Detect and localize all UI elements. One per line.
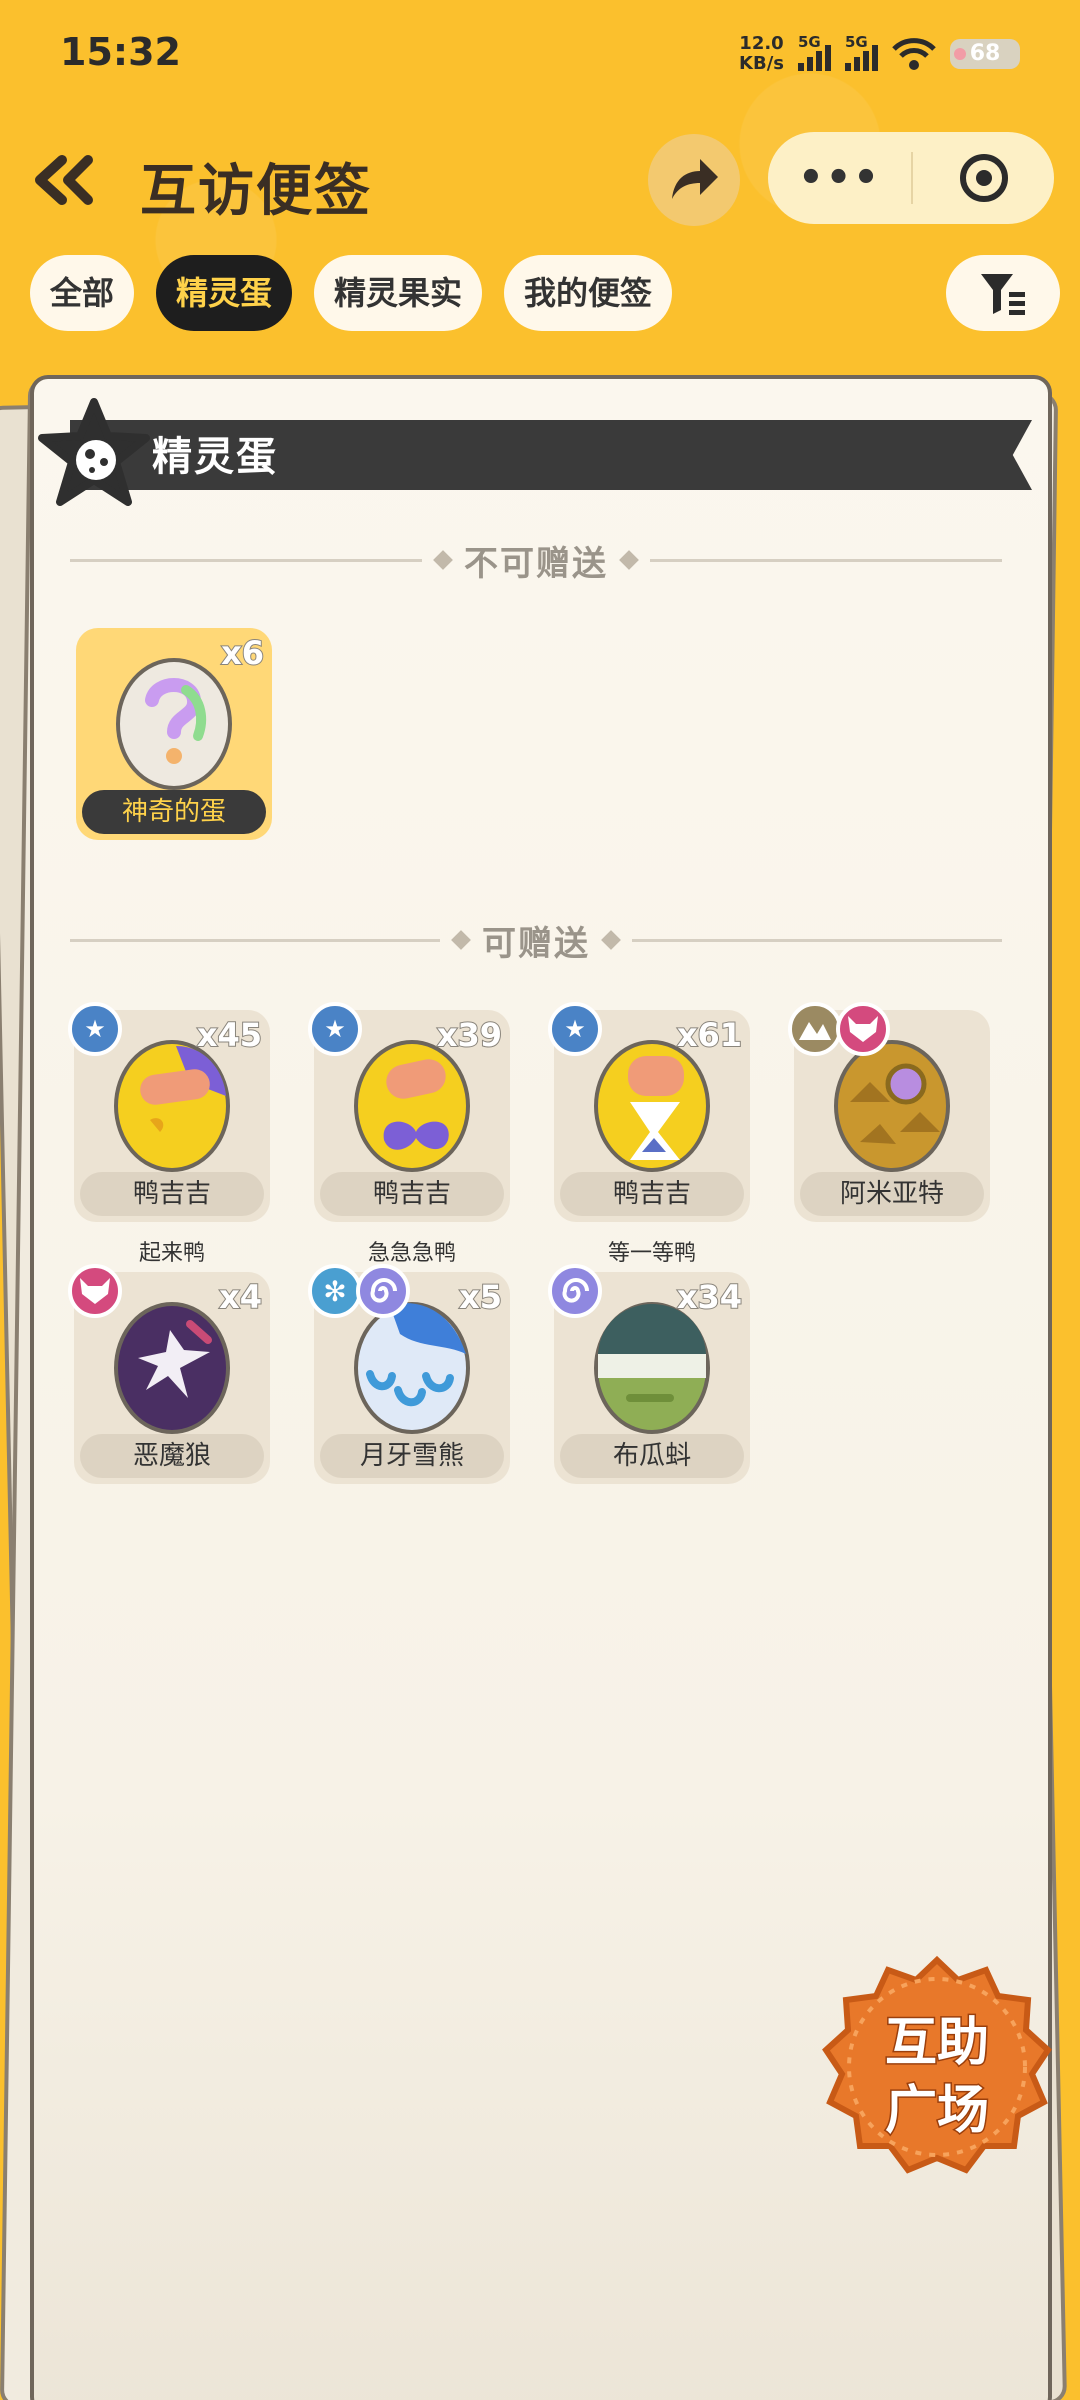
egg-name: 神奇的蛋 [82, 790, 266, 834]
egg-count: x45 [196, 1015, 263, 1055]
egg-name: 月牙雪熊 [320, 1434, 504, 1478]
swirl-icon [370, 1278, 397, 1303]
filter-icon [981, 274, 1025, 315]
divider-giftable: 可赠送 [70, 920, 1002, 964]
egg-subtitle: 急急急鸭 [367, 1241, 456, 1266]
more-icon: ••• [798, 155, 881, 201]
divider-not-giftable: 不可赠送 [70, 540, 1002, 584]
back-button[interactable] [32, 150, 102, 210]
share-icon [672, 159, 718, 199]
egg-name: 鸭吉吉 [560, 1172, 744, 1216]
status-time: 15:32 [60, 30, 181, 74]
egg-card[interactable]: x6 神奇的蛋 [76, 628, 272, 840]
egg-count: x61 [676, 1015, 743, 1055]
network-speed-unit: KB/s [739, 53, 784, 74]
star-icon: ★ [564, 1015, 586, 1043]
egg-count: x34 [676, 1277, 743, 1317]
egg-icon [354, 1302, 470, 1434]
demon-icon [848, 1016, 878, 1042]
more-button[interactable]: ••• [768, 155, 911, 201]
egg-icon [114, 1302, 230, 1434]
egg-subtitle: 等一等鸭 [607, 1241, 696, 1266]
ice-type-badge: ✻ [308, 1264, 362, 1318]
signal-icon-2: 5G [845, 33, 878, 71]
egg-name: 鸭吉吉 [80, 1172, 264, 1216]
plaza-line2: 广场 [883, 2080, 990, 2143]
share-button[interactable] [648, 134, 740, 226]
help-plaza-button[interactable]: 互助 广场 [822, 1952, 1052, 2182]
swirl-icon [562, 1278, 589, 1303]
section-title: 精灵蛋 [152, 434, 278, 480]
mountain-icon [799, 1022, 831, 1040]
network-speed-value: 12.0 [739, 33, 784, 54]
spirit-type-badge [356, 1264, 410, 1318]
egg-icon [116, 658, 232, 790]
ground-type-badge [788, 1002, 842, 1056]
egg-count: x4 [218, 1277, 263, 1317]
dark-type-badge [836, 1002, 890, 1056]
egg-name: 布瓜蚪 [560, 1434, 744, 1478]
filter-button[interactable] [946, 255, 1060, 331]
tab-all[interactable]: 全部 [30, 255, 135, 331]
egg-name: 阿米亚特 [800, 1172, 984, 1216]
demon-icon [80, 1278, 110, 1304]
sim1-label: 5G [798, 33, 821, 51]
egg-count: x6 [220, 633, 265, 673]
egg-name: 恶魔狼 [80, 1434, 264, 1478]
plaza-line1: 互助 [883, 2012, 990, 2075]
mini-program-capsule: ••• [768, 132, 1054, 224]
star-icon: ★ [324, 1015, 346, 1043]
page-title: 互访便签 [140, 159, 372, 224]
wifi-icon [892, 38, 936, 70]
snowflake-icon: ✻ [323, 1274, 347, 1308]
signal-icon: 5G [798, 33, 831, 71]
egg-count: x5 [458, 1277, 503, 1317]
giftable-label: 可赠送 [482, 923, 590, 964]
water-type-badge: ★ [308, 1002, 362, 1056]
egg-name: 鸭吉吉 [320, 1172, 504, 1216]
egg-count: x39 [436, 1015, 503, 1055]
tab-my-notes[interactable]: 我的便签 [504, 255, 673, 331]
sim2-label: 5G [845, 33, 868, 51]
status-icons: 12.0 KB/s 5G 5G 68 [739, 33, 1020, 74]
back-icon [35, 155, 93, 205]
egg-icon [834, 1040, 950, 1172]
tab-spirit-fruit[interactable]: 精灵果实 [314, 255, 483, 331]
close-button[interactable] [913, 154, 1054, 202]
category-tabs: 全部 精灵蛋 精灵果实 我的便签 [30, 255, 673, 331]
spirit-type-badge [548, 1264, 602, 1318]
tab-spirit-egg[interactable]: 精灵蛋 [156, 255, 293, 331]
water-type-badge: ★ [68, 1002, 122, 1056]
water-type-badge: ★ [548, 1002, 602, 1056]
battery-indicator: 68 [950, 39, 1020, 69]
target-icon [959, 154, 1008, 202]
star-icon: ★ [84, 1015, 106, 1043]
egg-subtitle: 起来鸭 [138, 1241, 205, 1266]
star-icon [38, 398, 150, 506]
network-speed: 12.0 KB/s [739, 34, 784, 74]
dark-type-badge [68, 1264, 122, 1318]
not-giftable-label: 不可赠送 [464, 543, 608, 584]
